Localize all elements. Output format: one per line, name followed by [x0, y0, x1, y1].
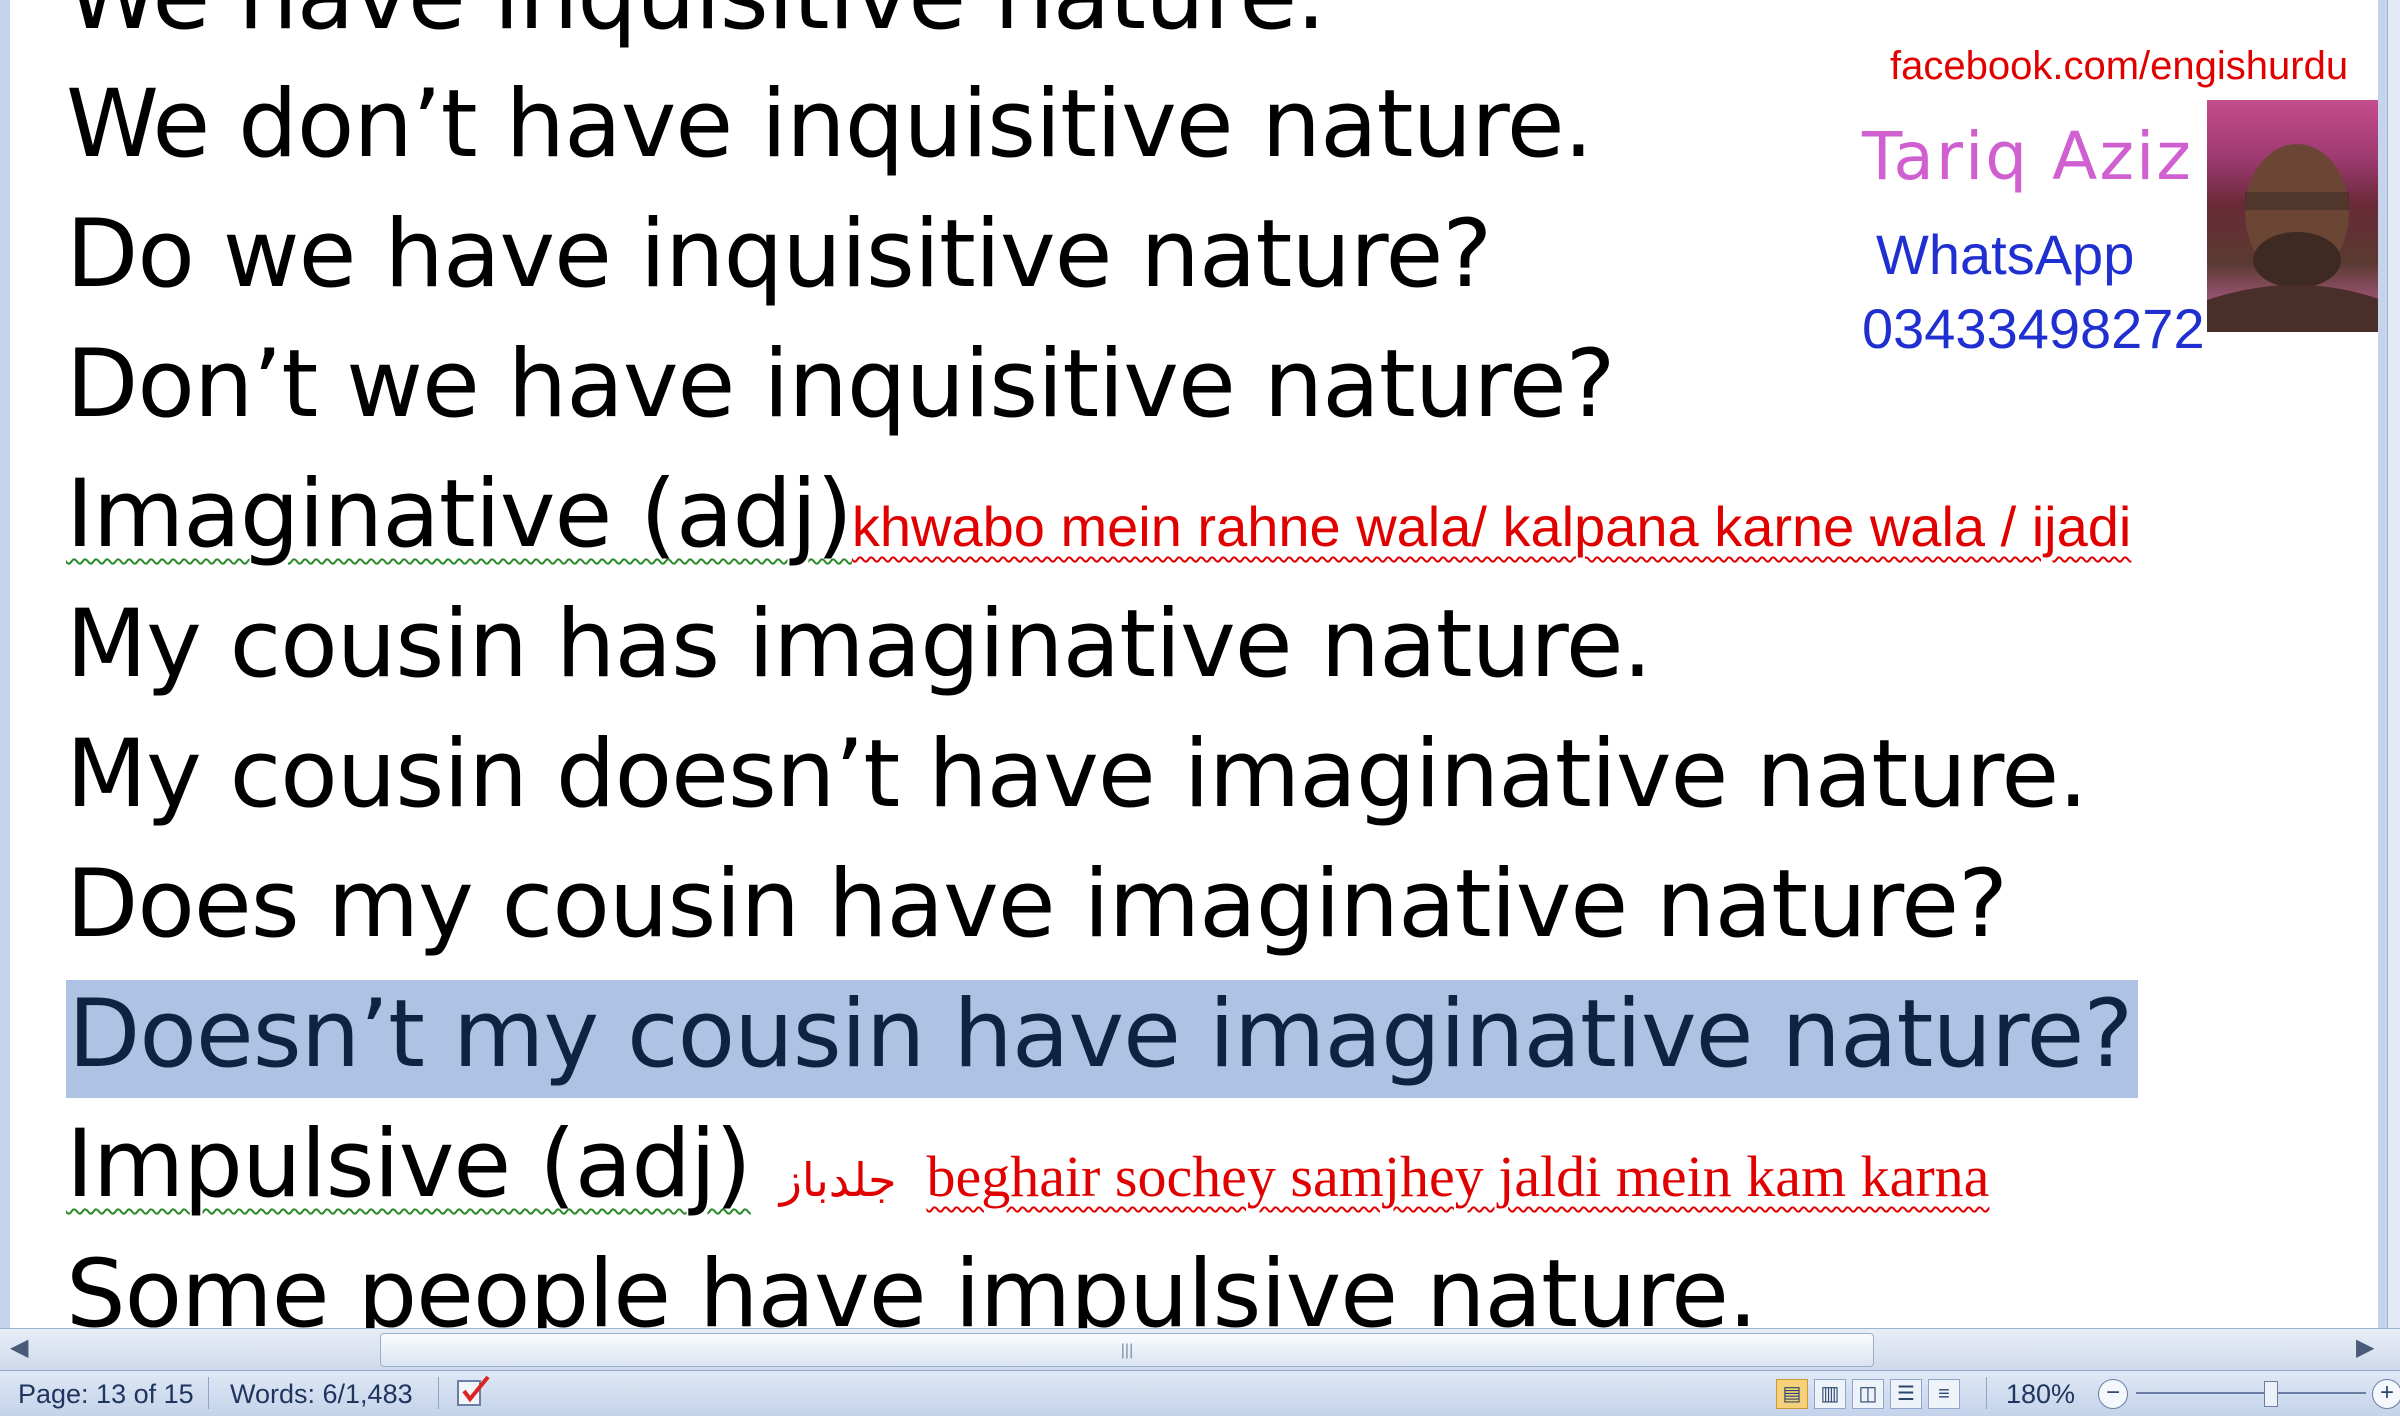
print-layout-view-button[interactable]: ▤ [1776, 1379, 1808, 1409]
doc-line-imaginative[interactable]: Imaginative (adj)khwabo mein rahne wala/… [66, 468, 2131, 562]
full-screen-reading-view-button[interactable]: ▥ [1814, 1379, 1846, 1409]
horizontal-scrollbar[interactable]: ◀ ||| ▶ [0, 1328, 2400, 1371]
word-count[interactable]: Words: 6/1,483 [230, 1379, 413, 1410]
zoom-in-button[interactable]: + [2372, 1379, 2400, 1409]
page-indicator[interactable]: Page: 13 of 15 [18, 1379, 194, 1410]
scroll-right-icon[interactable]: ▶ [2356, 1333, 2374, 1362]
whatsapp-label: WhatsApp [1876, 223, 2135, 286]
doc-line[interactable]: Some people have impulsive nature. [66, 1248, 1758, 1329]
doc-line[interactable]: Don’t we have inquisitive nature? [66, 338, 1616, 432]
zoom-slider-thumb[interactable] [2264, 1381, 2278, 1407]
doc-line[interactable]: My cousin has imaginative nature. [66, 598, 1652, 692]
divider [208, 1377, 209, 1409]
outline-view-button[interactable]: ☰ [1890, 1379, 1922, 1409]
author-name: Tariq Aziz [1862, 118, 2193, 195]
zoom-level[interactable]: 180% [2006, 1379, 2075, 1410]
imaginative-heading: Imaginative (adj) [66, 460, 853, 569]
impulsive-urdu: جلدباز [779, 1153, 897, 1207]
grip-icon: ||| [1120, 1342, 1134, 1359]
facebook-link-text: facebook.com/engishurdu [1890, 44, 2349, 88]
horizontal-scroll-thumb[interactable]: ||| [380, 1333, 1874, 1367]
divider [1986, 1377, 1987, 1409]
doc-line[interactable]: Does my cousin have imaginative nature? [66, 858, 2008, 952]
phone-number: 03433498272 [1862, 297, 2205, 360]
author-photo [2207, 100, 2378, 332]
zoom-out-button[interactable]: − [2098, 1379, 2128, 1409]
selected-doc-line[interactable]: Doesn’t my cousin have imaginative natur… [66, 980, 2139, 1098]
doc-line[interactable]: My cousin doesn’t have imaginative natur… [66, 728, 2088, 822]
document-page[interactable]: We have inquisitive nature. We don’t hav… [10, 0, 2378, 1328]
doc-line-impulsive[interactable]: Impulsive (adj) جلدباز beghair sochey sa… [66, 1118, 1989, 1212]
vertical-scrollbar[interactable] [2387, 0, 2400, 1328]
doc-line[interactable]: Do we have inquisitive nature? [66, 208, 1492, 302]
scroll-left-icon[interactable]: ◀ [10, 1333, 28, 1362]
proofing-check-icon[interactable] [454, 1373, 494, 1416]
divider [438, 1377, 439, 1409]
web-layout-view-button[interactable]: ◫ [1852, 1379, 1884, 1409]
doc-line[interactable]: We don’t have inquisitive nature. [66, 78, 1593, 172]
imaginative-meaning: khwabo mein rahne wala/ kalpana karne wa… [851, 495, 2132, 558]
doc-line[interactable]: We have inquisitive nature. [66, 0, 1326, 44]
impulsive-heading: Impulsive (adj) [66, 1110, 752, 1219]
impulsive-meaning: beghair sochey samjhey jaldi mein kam ka… [926, 1144, 1990, 1209]
status-bar: Page: 13 of 15 Words: 6/1,483 ▤ ▥ ◫ ☰ ≡ … [0, 1370, 2400, 1416]
zoom-slider-track[interactable] [2136, 1392, 2366, 1394]
draft-view-button[interactable]: ≡ [1928, 1379, 1960, 1409]
